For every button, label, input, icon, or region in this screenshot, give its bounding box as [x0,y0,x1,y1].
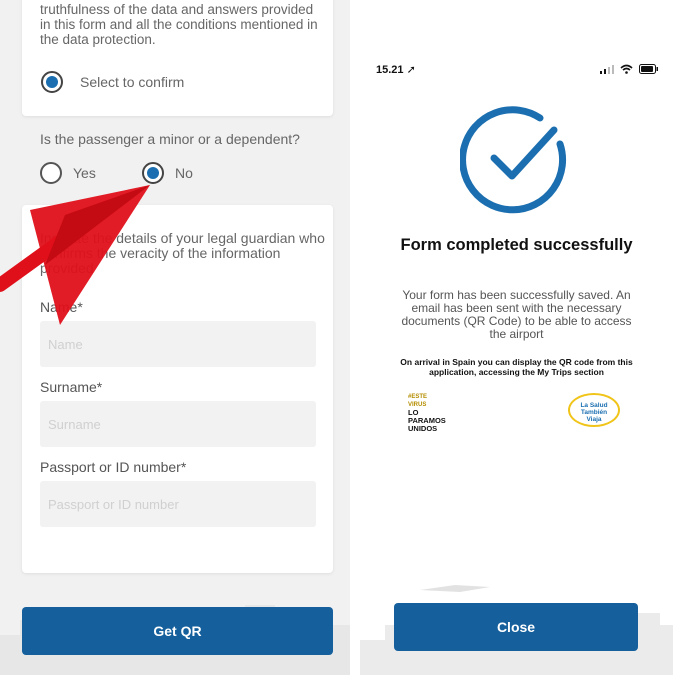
minor-question: Is the passenger a minor or a dependent? [40,131,300,147]
este-virus-logo: #ESTE VIRUS LO PARAMOS UNIDOS [408,393,446,433]
arrival-note: On arrival in Spain you can display the … [400,357,633,377]
status-time: 15.21 ➚ [376,63,416,76]
wifi-icon [620,64,633,74]
logo-right-line: También [580,409,608,416]
success-screen: 15.21 ➚ Form completed successfully Your… [360,0,673,675]
success-check-icon [460,106,567,214]
confirm-radio[interactable] [41,71,63,93]
success-title: Form completed successfully [400,236,633,254]
status-time-text: 15.21 [376,64,404,76]
status-icons [600,64,659,74]
form-screen: truthfulness of the data and answers pro… [0,0,350,675]
red-arrow-annotation [0,185,150,325]
logo-left-line: UNIDOS [408,424,438,433]
get-qr-button[interactable]: Get QR [22,607,333,655]
location-icon: ➚ [406,64,416,76]
passport-input[interactable] [40,481,316,527]
logo-right-line: Viaja [586,416,602,423]
no-label: No [175,165,193,181]
declaration-card: truthfulness of the data and answers pro… [22,0,333,116]
panel-divider [350,0,360,675]
success-message: Your form has been successfully saved. A… [401,288,632,341]
battery-icon [639,64,658,74]
close-button[interactable]: Close [394,603,638,651]
surname-input[interactable] [40,401,316,447]
signal-icon [600,64,614,74]
declaration-text: truthfulness of the data and answers pro… [40,2,318,47]
confirm-label: Select to confirm [80,74,185,90]
la-salud-logo: La Salud También Viaja [568,393,620,427]
passport-label: Passport or ID number* [40,459,187,475]
logo-right-line: La Salud [580,402,608,409]
surname-label: Surname* [40,379,103,395]
logo-left-line: #ESTE [408,394,428,400]
